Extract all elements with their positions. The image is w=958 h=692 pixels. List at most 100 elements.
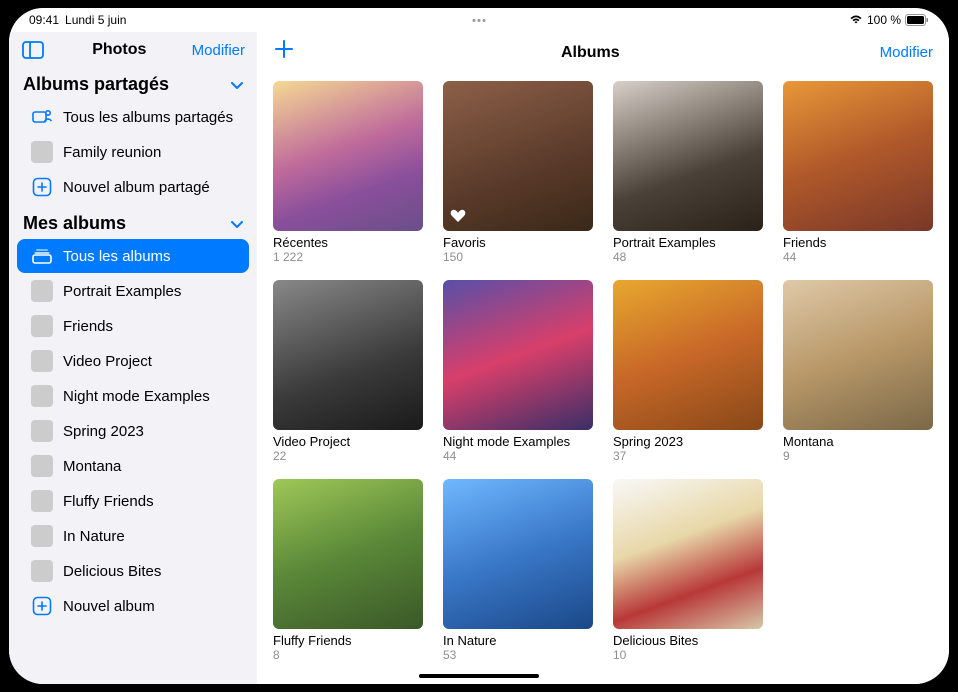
album-cover[interactable] (443, 479, 593, 629)
album-thumbnail (31, 350, 53, 372)
heart-icon (449, 207, 467, 225)
album-card[interactable]: Video Project22 (273, 280, 423, 463)
album-card[interactable]: Delicious Bites10 (613, 479, 763, 662)
album-cover[interactable] (273, 280, 423, 430)
sidebar-item[interactable]: Montana (17, 449, 249, 483)
chevron-down-icon[interactable] (231, 216, 243, 232)
plus-square-icon (31, 176, 53, 198)
album-count: 150 (443, 250, 593, 264)
album-count: 44 (443, 449, 593, 463)
sidebar-item[interactable]: Spring 2023 (17, 414, 249, 448)
album-cover[interactable] (273, 81, 423, 231)
add-album-button[interactable] (273, 38, 301, 67)
main-edit-button[interactable]: Modifier (880, 44, 933, 61)
multitask-dots-icon[interactable] (473, 19, 486, 22)
sidebar-item[interactable]: Family reunion (17, 135, 249, 169)
album-cover[interactable] (613, 280, 763, 430)
sidebar-item-label: Delicious Bites (63, 563, 235, 580)
sidebar-item-label: Video Project (63, 353, 235, 370)
album-title: Spring 2023 (613, 434, 763, 449)
sidebar-item-label: Spring 2023 (63, 423, 235, 440)
sidebar-item-label: In Nature (63, 528, 235, 545)
toggle-sidebar-icon[interactable] (19, 38, 47, 62)
album-count: 37 (613, 449, 763, 463)
album-thumbnail (31, 525, 53, 547)
sidebar-item-label: Night mode Examples (63, 388, 235, 405)
sidebar-item[interactable]: In Nature (17, 519, 249, 553)
album-title: Montana (783, 434, 933, 449)
album-cover[interactable] (443, 280, 593, 430)
sidebar-item[interactable]: Nouvel album (17, 589, 249, 623)
album-thumbnail (31, 455, 53, 477)
album-count: 8 (273, 648, 423, 662)
album-thumbnail (31, 420, 53, 442)
album-title: Friends (783, 235, 933, 250)
status-left: 09:41 Lundi 5 juin (29, 13, 126, 27)
sidebar-item-label: Family reunion (63, 144, 235, 161)
album-cover[interactable] (613, 479, 763, 629)
album-title: In Nature (443, 633, 593, 648)
sidebar-item-label: Montana (63, 458, 235, 475)
chevron-down-icon[interactable] (231, 77, 243, 93)
album-count: 9 (783, 449, 933, 463)
sidebar: Photos Modifier Albums partagés Tous les … (9, 32, 257, 684)
album-count: 48 (613, 250, 763, 264)
album-thumbnail (31, 560, 53, 582)
status-right: 100 % (849, 13, 929, 27)
status-bar: 09:41 Lundi 5 juin 100 % (9, 8, 949, 32)
sidebar-section-header[interactable]: Mes albums (9, 205, 257, 238)
album-title: Video Project (273, 434, 423, 449)
main-content: Albums Modifier Récentes1 222Favoris150P… (257, 32, 949, 684)
sidebar-item-label: Nouvel album (63, 598, 235, 615)
home-indicator[interactable] (419, 674, 539, 678)
album-count: 22 (273, 449, 423, 463)
sidebar-item[interactable]: Video Project (17, 344, 249, 378)
sidebar-item[interactable]: Tous les albums (17, 239, 249, 273)
sidebar-edit-button[interactable]: Modifier (192, 42, 245, 59)
album-thumbnail (31, 141, 53, 163)
album-grid[interactable]: Récentes1 222Favoris150Portrait Examples… (257, 73, 949, 684)
sidebar-section-title: Mes albums (23, 213, 126, 234)
sidebar-item-label: Portrait Examples (63, 283, 235, 300)
album-title: Favoris (443, 235, 593, 250)
album-cover[interactable] (613, 81, 763, 231)
album-cover[interactable] (783, 280, 933, 430)
album-card[interactable]: Montana9 (783, 280, 933, 463)
album-card[interactable]: In Nature53 (443, 479, 593, 662)
album-card[interactable]: Night mode Examples44 (443, 280, 593, 463)
album-thumbnail (31, 280, 53, 302)
sidebar-title: Photos (55, 41, 184, 59)
stack-icon (31, 245, 53, 267)
main-header: Albums Modifier (257, 32, 949, 73)
sidebar-item[interactable]: Night mode Examples (17, 379, 249, 413)
sidebar-item[interactable]: Tous les albums partagés (17, 100, 249, 134)
album-count: 10 (613, 648, 763, 662)
sidebar-section-header[interactable]: Albums partagés (9, 66, 257, 99)
sidebar-item-label: Tous les albums partagés (63, 109, 235, 126)
sidebar-item[interactable]: Friends (17, 309, 249, 343)
plus-square-icon (31, 595, 53, 617)
sidebar-item[interactable]: Portrait Examples (17, 274, 249, 308)
sidebar-item[interactable]: Delicious Bites (17, 554, 249, 588)
album-title: Fluffy Friends (273, 633, 423, 648)
sidebar-item[interactable]: Nouvel album partagé (17, 170, 249, 204)
album-cover[interactable] (443, 81, 593, 231)
sidebar-item-label: Fluffy Friends (63, 493, 235, 510)
album-card[interactable]: Spring 202337 (613, 280, 763, 463)
wifi-icon (849, 13, 863, 27)
album-thumbnail (31, 385, 53, 407)
sidebar-section-title: Albums partagés (23, 74, 169, 95)
sidebar-item-label: Tous les albums (63, 248, 235, 265)
album-card[interactable]: Friends44 (783, 81, 933, 264)
album-cover[interactable] (273, 479, 423, 629)
album-card[interactable]: Portrait Examples48 (613, 81, 763, 264)
album-card[interactable]: Récentes1 222 (273, 81, 423, 264)
album-count: 53 (443, 648, 593, 662)
album-cover[interactable] (783, 81, 933, 231)
battery-icon (905, 14, 929, 26)
ipad-frame: 09:41 Lundi 5 juin 100 % Photos Modifier (9, 8, 949, 684)
album-card[interactable]: Fluffy Friends8 (273, 479, 423, 662)
album-card[interactable]: Favoris150 (443, 81, 593, 264)
album-title: Delicious Bites (613, 633, 763, 648)
sidebar-item[interactable]: Fluffy Friends (17, 484, 249, 518)
